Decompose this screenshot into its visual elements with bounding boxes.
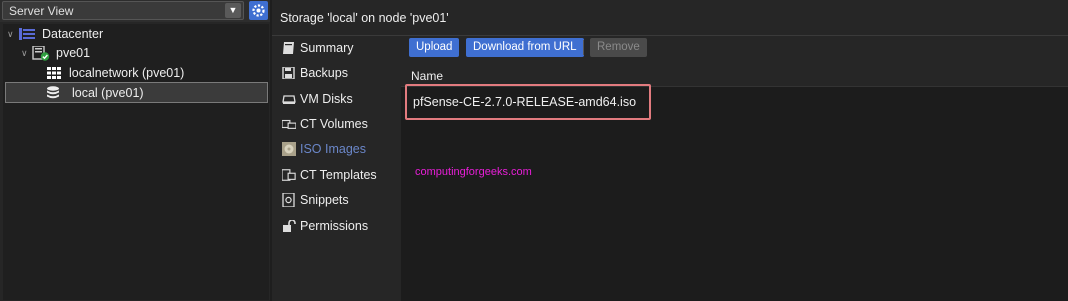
book-icon xyxy=(283,42,294,54)
collapse-icon[interactable]: ∨ xyxy=(7,24,14,44)
resource-tree: ∨ Datacenter ∨ pve01 localnetwork (pve01… xyxy=(3,24,269,300)
tree-label-datacenter: Datacenter xyxy=(42,27,104,41)
nav-item-ct-templates[interactable]: CT Templates xyxy=(272,163,401,187)
toolbar: Upload Download from URL Remove xyxy=(401,36,1068,62)
nav-label: Summary xyxy=(300,41,354,55)
nav-item-summary[interactable]: Summary xyxy=(272,36,401,60)
nav-label: VM Disks xyxy=(300,92,353,106)
nav-label: CT Volumes xyxy=(300,117,368,131)
floppy-icon xyxy=(282,67,295,79)
view-selector[interactable]: Server View ▼ xyxy=(2,1,244,20)
gear-icon[interactable] xyxy=(249,1,268,20)
iso-icon xyxy=(282,142,296,156)
remove-button[interactable]: Remove xyxy=(590,38,647,57)
resource-tree-panel: Server View ▼ ∨ Datacenter ∨ pve01 local… xyxy=(0,0,270,301)
nav-label: Snippets xyxy=(300,193,349,207)
view-selector-label: Server View xyxy=(9,4,74,18)
view-selector-bar: Server View ▼ xyxy=(0,0,270,22)
snippet-icon xyxy=(282,193,295,207)
iso-file-name: pfSense-CE-2.7.0-RELEASE-amd64.iso xyxy=(413,95,637,109)
nav-label: Backups xyxy=(300,66,348,80)
tree-label-local: local (pve01) xyxy=(72,86,144,100)
nav-item-permissions[interactable]: Permissions xyxy=(272,214,401,238)
server-online-icon xyxy=(32,46,50,61)
disk-icon xyxy=(282,95,296,104)
toolbar-separator xyxy=(583,40,584,55)
nav-item-iso-images[interactable]: ISO Images xyxy=(272,137,401,161)
nav-item-backups[interactable]: Backups xyxy=(272,61,401,85)
watermark-text: computingforgeeks.com xyxy=(415,166,532,178)
column-header-name[interactable]: Name xyxy=(411,69,443,83)
nav-label: ISO Images xyxy=(300,142,366,156)
tree-node-localnetwork[interactable]: localnetwork (pve01) xyxy=(45,63,245,83)
collapse-icon[interactable]: ∨ xyxy=(21,43,28,63)
upload-button[interactable]: Upload xyxy=(409,38,460,57)
unlock-icon xyxy=(283,220,296,232)
template-icon xyxy=(282,169,296,181)
nav-item-snippets[interactable]: Snippets xyxy=(272,188,401,212)
download-from-url-button[interactable]: Download from URL xyxy=(466,38,584,57)
tree-node-pve01[interactable]: ∨ pve01 xyxy=(19,43,219,63)
page-title: Storage 'local' on node 'pve01' xyxy=(280,11,449,25)
tree-node-local-storage[interactable]: local (pve01) xyxy=(5,82,268,103)
nav-item-vm-disks[interactable]: VM Disks xyxy=(272,87,401,111)
storage-db-icon xyxy=(47,86,59,99)
chevron-down-icon[interactable]: ▼ xyxy=(225,3,241,18)
network-grid-icon xyxy=(47,67,61,79)
datacenter-icon xyxy=(19,28,35,40)
tree-node-datacenter[interactable]: ∨ Datacenter xyxy=(5,24,205,44)
content-header: Storage 'local' on node 'pve01' xyxy=(272,0,1068,36)
ct-disk-icon xyxy=(282,119,296,129)
tree-label-pve01: pve01 xyxy=(56,46,91,60)
storage-nav: Summary Backups VM Disks CT Volumes ISO … xyxy=(272,36,401,301)
nav-item-ct-volumes[interactable]: CT Volumes xyxy=(272,112,401,136)
nav-label: Permissions xyxy=(300,219,369,233)
nav-label: CT Templates xyxy=(300,168,377,182)
tree-label-localnetwork: localnetwork (pve01) xyxy=(69,66,185,80)
content-panel: Upload Download from URL Remove Name pfS… xyxy=(401,36,1068,301)
table-row[interactable]: pfSense-CE-2.7.0-RELEASE-amd64.iso xyxy=(405,84,651,120)
